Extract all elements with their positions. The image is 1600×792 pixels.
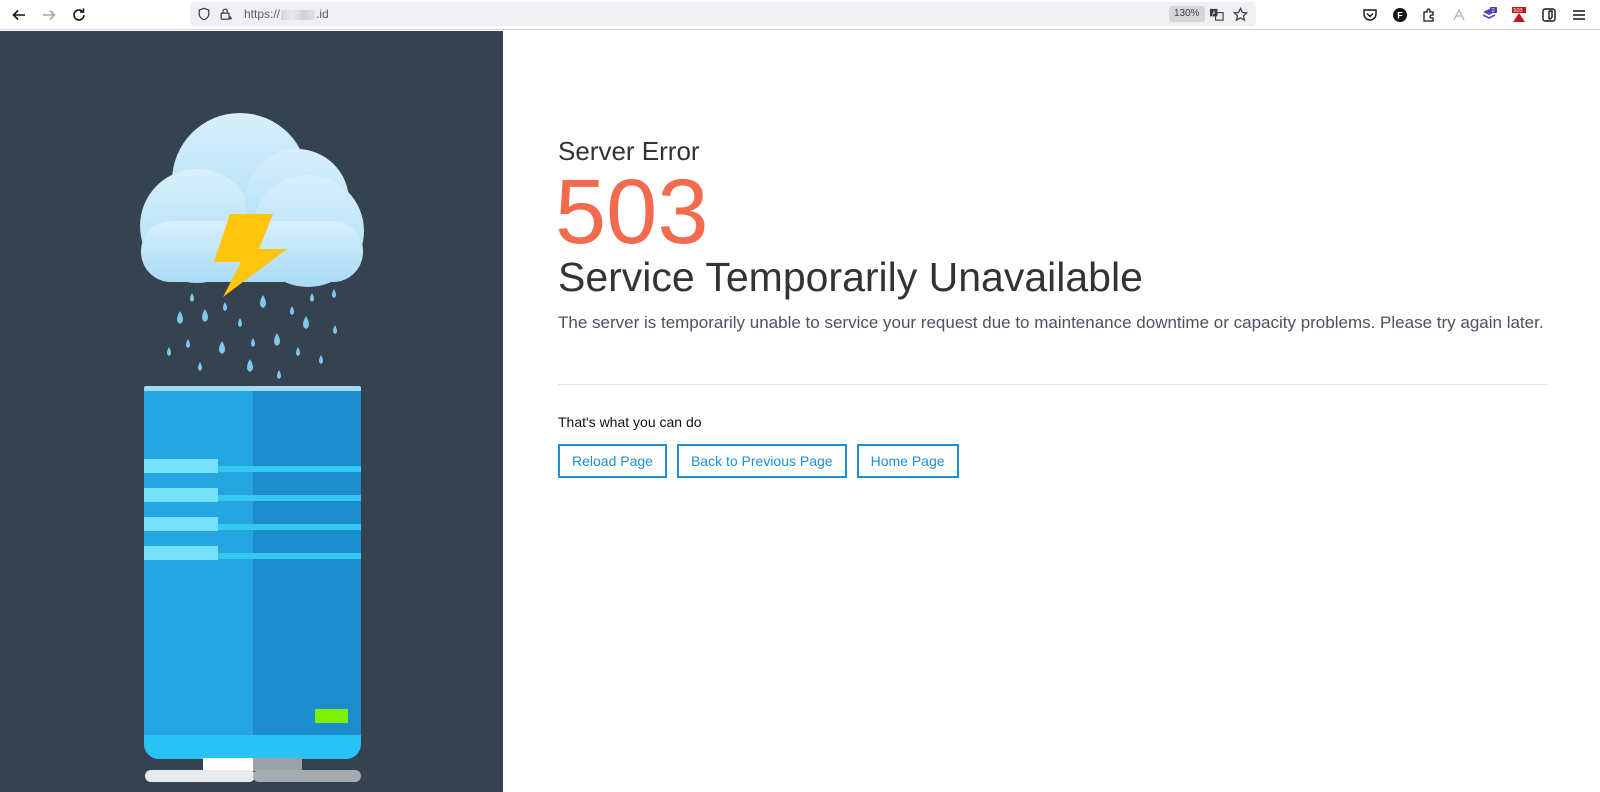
reader-mode-icon[interactable] bbox=[1448, 4, 1470, 26]
reload-page-button[interactable]: Reload Page bbox=[558, 444, 667, 478]
browser-toolbar: https:// .id 130% A F 2 503 bbox=[0, 0, 1600, 30]
url-text[interactable]: https:// .id bbox=[244, 7, 329, 21]
extensions-puzzle-icon[interactable] bbox=[1418, 4, 1440, 26]
action-buttons: Reload Page Back to Previous Page Home P… bbox=[558, 444, 959, 478]
bitwarden-icon[interactable] bbox=[1538, 4, 1560, 26]
server-tower-icon bbox=[144, 386, 361, 782]
svg-text:F: F bbox=[1397, 11, 1403, 21]
svg-text:503: 503 bbox=[1513, 8, 1522, 14]
back-to-previous-page-button[interactable]: Back to Previous Page bbox=[676, 444, 847, 478]
zoom-level-badge[interactable]: 130% bbox=[1169, 6, 1205, 22]
error-title: Service Temporarily Unavailable bbox=[558, 254, 1143, 300]
back-arrow-icon[interactable] bbox=[8, 4, 30, 26]
menu-hamburger-icon[interactable] bbox=[1568, 4, 1590, 26]
svg-text:2: 2 bbox=[1492, 8, 1495, 14]
error-description: The server is temporarily unable to serv… bbox=[558, 313, 1544, 332]
error-code: 503 bbox=[555, 161, 709, 263]
home-page-button[interactable]: Home Page bbox=[856, 444, 959, 478]
forward-arrow-icon[interactable] bbox=[38, 4, 60, 26]
url-redacted bbox=[281, 9, 316, 20]
illustration-panel bbox=[0, 31, 503, 792]
profile-f-icon[interactable]: F bbox=[1389, 4, 1411, 26]
rain-drops bbox=[167, 289, 337, 379]
pocket-icon[interactable] bbox=[1359, 4, 1381, 26]
shield-icon[interactable] bbox=[196, 6, 212, 22]
star-bookmark-icon[interactable] bbox=[1232, 6, 1248, 22]
server-status-light bbox=[315, 709, 348, 723]
ublock-extension-icon[interactable]: 2 bbox=[1478, 4, 1500, 26]
reload-icon[interactable] bbox=[68, 4, 90, 26]
translate-icon[interactable]: A bbox=[1208, 6, 1224, 22]
url-prefix: https:// bbox=[244, 7, 281, 21]
address-bar[interactable]: https:// .id 130% A bbox=[190, 2, 1256, 26]
http-status-extension-icon[interactable]: 503 bbox=[1508, 4, 1530, 26]
actions-label: That's what you can do bbox=[558, 414, 702, 430]
storm-server-illustration bbox=[140, 113, 364, 782]
lock-warning-icon[interactable] bbox=[218, 6, 234, 22]
url-suffix: .id bbox=[316, 7, 329, 21]
divider bbox=[558, 384, 1548, 385]
